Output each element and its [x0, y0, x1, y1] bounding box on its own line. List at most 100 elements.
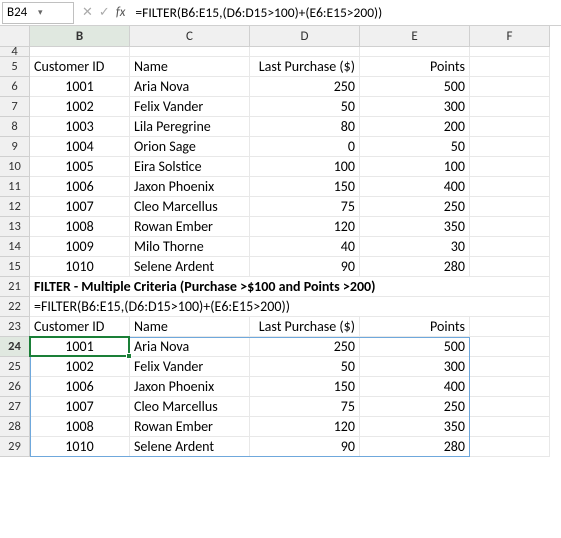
cell-C8[interactable]: Lila Peregrine	[130, 117, 250, 137]
cell-C9[interactable]: Orion Sage	[130, 137, 250, 157]
cell-B10[interactable]: 1005	[30, 157, 130, 177]
cell-D12[interactable]: 75	[250, 197, 360, 217]
row-header-6[interactable]: 6	[0, 77, 30, 97]
cell-F26[interactable]	[470, 377, 550, 397]
cell-B9[interactable]: 1004	[30, 137, 130, 157]
cell-B13[interactable]: 1008	[30, 217, 130, 237]
cell-D25[interactable]: 50	[250, 357, 360, 377]
formula-input[interactable]: =FILTER(B6:E15,(D6:D15>100)+(E6:E15>200)…	[133, 4, 561, 21]
name-box[interactable]: B24 ▾	[2, 2, 74, 24]
row-header-11[interactable]: 11	[0, 177, 30, 197]
cell-E12[interactable]: 250	[360, 197, 470, 217]
cell-E4[interactable]	[360, 47, 470, 57]
cell-F4[interactable]	[470, 47, 550, 57]
row-header-28[interactable]: 28	[0, 417, 30, 437]
cell-C14[interactable]: Milo Thorne	[130, 237, 250, 257]
cell-F9[interactable]	[470, 137, 550, 157]
cell-B25[interactable]: 1002	[30, 357, 130, 377]
cell-E29[interactable]: 280	[360, 437, 470, 457]
cell-F13[interactable]	[470, 217, 550, 237]
chevron-down-icon[interactable]: ▾	[38, 7, 69, 18]
cell-B12[interactable]: 1007	[30, 197, 130, 217]
cell-D14[interactable]: 40	[250, 237, 360, 257]
cell-B7[interactable]: 1002	[30, 97, 130, 117]
header-last-purchase[interactable]: Last Purchase ($)	[250, 57, 360, 77]
cell-E26[interactable]: 400	[360, 377, 470, 397]
result-header-points[interactable]: Points	[360, 317, 470, 337]
col-header-E[interactable]: E	[360, 26, 470, 47]
cell-F5[interactable]	[470, 57, 550, 77]
cell-D15[interactable]: 90	[250, 257, 360, 277]
cell-C26[interactable]: Jaxon Phoenix	[130, 377, 250, 397]
cell-E27[interactable]: 250	[360, 397, 470, 417]
cell-E8[interactable]: 200	[360, 117, 470, 137]
cell-F8[interactable]	[470, 117, 550, 137]
spreadsheet-grid[interactable]: B C D E F 4 5 Customer ID Name Last Purc…	[0, 26, 561, 457]
cell-C6[interactable]: Aria Nova	[130, 77, 250, 97]
cell-D24[interactable]: 250	[250, 337, 360, 357]
row-header-24[interactable]: 24	[0, 337, 30, 357]
cell-E10[interactable]: 100	[360, 157, 470, 177]
row-header-12[interactable]: 12	[0, 197, 30, 217]
cell-E9[interactable]: 50	[360, 137, 470, 157]
cell-E14[interactable]: 30	[360, 237, 470, 257]
cell-C24[interactable]: Aria Nova	[130, 337, 250, 357]
row-header-14[interactable]: 14	[0, 237, 30, 257]
header-name[interactable]: Name	[130, 57, 250, 77]
row-header-13[interactable]: 13	[0, 217, 30, 237]
col-header-B[interactable]: B	[30, 26, 130, 47]
result-header-customer-id[interactable]: Customer ID	[30, 317, 130, 337]
cell-F25[interactable]	[470, 357, 550, 377]
cancel-icon[interactable]: ✕	[82, 5, 93, 20]
cell-B24[interactable]: 1001	[30, 337, 130, 357]
cell-F12[interactable]	[470, 197, 550, 217]
cell-D27[interactable]: 75	[250, 397, 360, 417]
cell-C10[interactable]: Eira Solstice	[130, 157, 250, 177]
col-header-D[interactable]: D	[250, 26, 360, 47]
cell-B15[interactable]: 1010	[30, 257, 130, 277]
cell-B28[interactable]: 1008	[30, 417, 130, 437]
cell-B29[interactable]: 1010	[30, 437, 130, 457]
cell-F24[interactable]	[470, 337, 550, 357]
cell-D29[interactable]: 90	[250, 437, 360, 457]
cell-D26[interactable]: 150	[250, 377, 360, 397]
cell-C29[interactable]: Selene Ardent	[130, 437, 250, 457]
fill-handle[interactable]	[126, 353, 132, 359]
cell-F10[interactable]	[470, 157, 550, 177]
cell-F11[interactable]	[470, 177, 550, 197]
cell-E15[interactable]: 280	[360, 257, 470, 277]
cell-D10[interactable]: 100	[250, 157, 360, 177]
cell-B6[interactable]: 1001	[30, 77, 130, 97]
cell-C7[interactable]: Felix Vander	[130, 97, 250, 117]
cell-D13[interactable]: 120	[250, 217, 360, 237]
cell-E24[interactable]: 500	[360, 337, 470, 357]
row-header-10[interactable]: 10	[0, 157, 30, 177]
row-header-29[interactable]: 29	[0, 437, 30, 457]
cell-E13[interactable]: 350	[360, 217, 470, 237]
row-header-4[interactable]: 4	[0, 47, 30, 57]
cell-E25[interactable]: 300	[360, 357, 470, 377]
formula-preview[interactable]: =FILTER(B6:E15,(D6:D15>100)+(E6:E15>200)…	[30, 297, 550, 317]
cell-B11[interactable]: 1006	[30, 177, 130, 197]
row-header-15[interactable]: 15	[0, 257, 30, 277]
cell-C12[interactable]: Cleo Marcellus	[130, 197, 250, 217]
cell-E7[interactable]: 300	[360, 97, 470, 117]
cell-B14[interactable]: 1009	[30, 237, 130, 257]
confirm-icon[interactable]: ✓	[99, 5, 110, 20]
cell-B27[interactable]: 1007	[30, 397, 130, 417]
cell-C25[interactable]: Felix Vander	[130, 357, 250, 377]
cell-C11[interactable]: Jaxon Phoenix	[130, 177, 250, 197]
row-header-7[interactable]: 7	[0, 97, 30, 117]
cell-F14[interactable]	[470, 237, 550, 257]
cell-D28[interactable]: 120	[250, 417, 360, 437]
cell-D6[interactable]: 250	[250, 77, 360, 97]
header-points[interactable]: Points	[360, 57, 470, 77]
result-header-last-purchase[interactable]: Last Purchase ($)	[250, 317, 360, 337]
cell-F23[interactable]	[470, 317, 550, 337]
row-header-25[interactable]: 25	[0, 357, 30, 377]
cell-F15[interactable]	[470, 257, 550, 277]
col-header-C[interactable]: C	[130, 26, 250, 47]
col-header-F[interactable]: F	[470, 26, 550, 47]
row-header-27[interactable]: 27	[0, 397, 30, 417]
header-customer-id[interactable]: Customer ID	[30, 57, 130, 77]
